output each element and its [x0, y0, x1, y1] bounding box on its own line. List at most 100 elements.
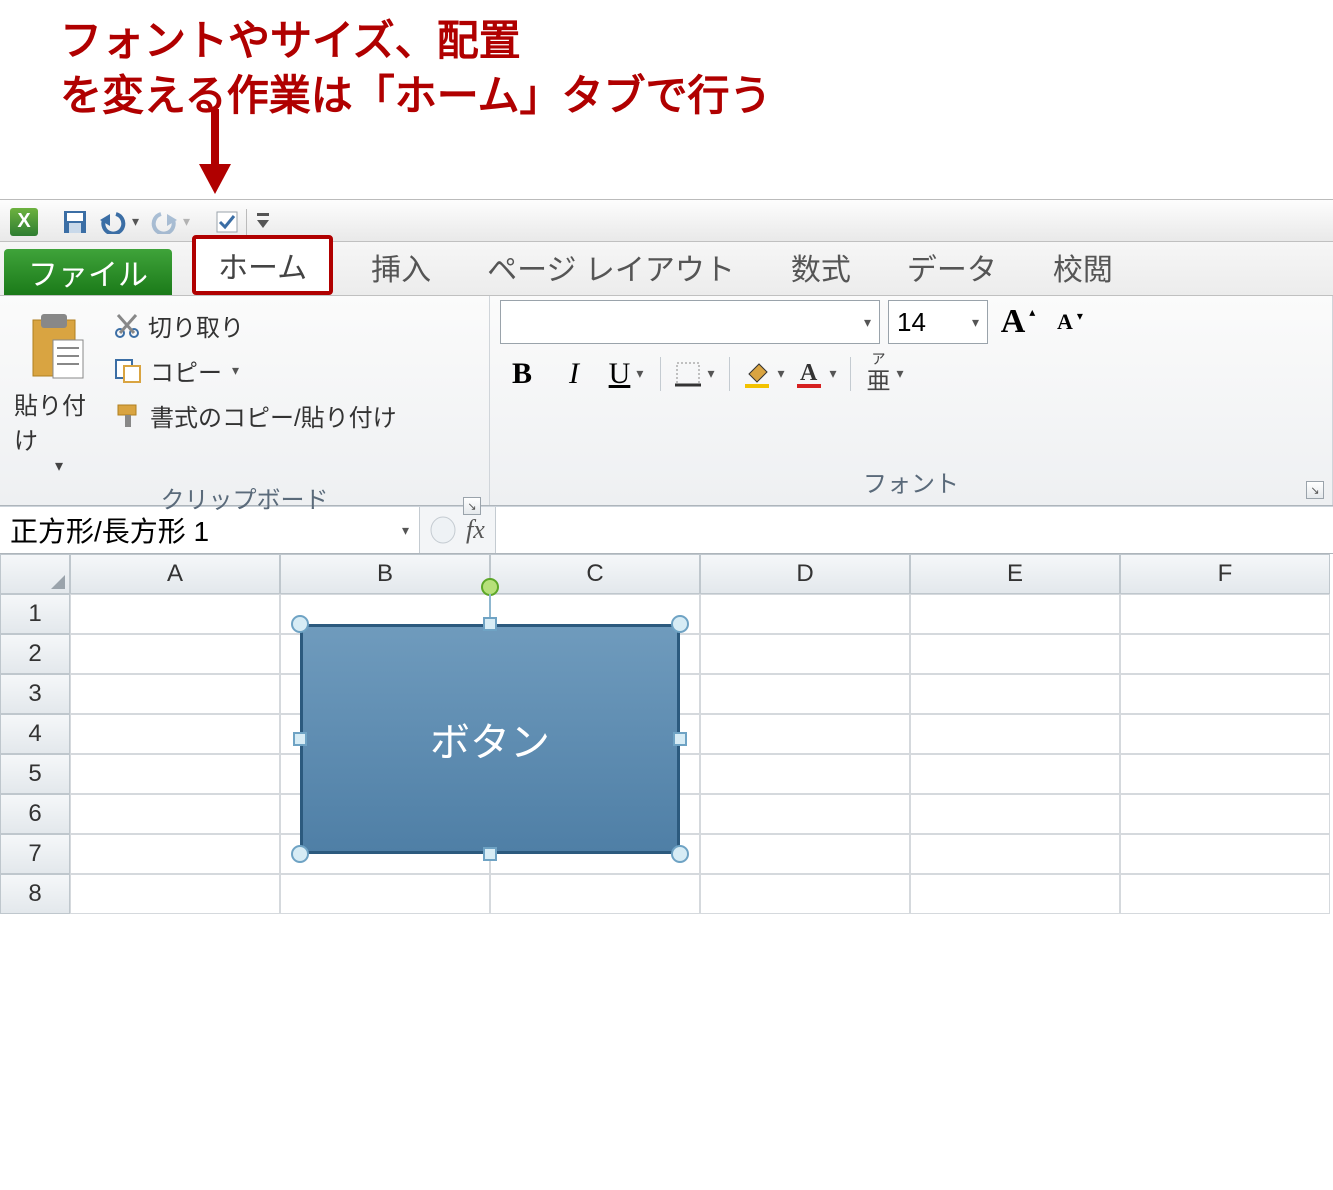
cell[interactable] [1120, 714, 1330, 754]
column-header[interactable]: A [70, 554, 280, 594]
grow-font-button[interactable]: A ▴ [996, 300, 1040, 344]
cell[interactable] [700, 594, 910, 634]
cell[interactable] [910, 714, 1120, 754]
formula-input[interactable] [495, 507, 1333, 553]
cell[interactable] [70, 834, 280, 874]
customize-icon [255, 211, 271, 233]
format-painter-button[interactable]: 書式のコピー/貼り付け [114, 398, 397, 433]
qat-customize[interactable] [253, 209, 273, 235]
tab-label: 数式 [791, 254, 851, 287]
phonetic-guide-button[interactable]: ア 亜 ▾ [863, 352, 907, 396]
shape-rectangle[interactable]: ボタン [300, 624, 680, 854]
tab-review[interactable]: 校閲 [1035, 239, 1131, 295]
column-header[interactable]: D [700, 554, 910, 594]
cell[interactable] [700, 834, 910, 874]
cell[interactable] [1120, 674, 1330, 714]
cell[interactable] [910, 594, 1120, 634]
excel-window: X ▾ ▾ [0, 199, 1333, 914]
redo-button[interactable]: ▾ [147, 208, 192, 236]
column-header[interactable]: F [1120, 554, 1330, 594]
bold-button[interactable]: B [500, 352, 544, 396]
row-header[interactable]: 4 [0, 714, 70, 754]
column-header[interactable]: E [910, 554, 1120, 594]
resize-handle-b[interactable] [483, 847, 497, 861]
font-family-select[interactable]: ▾ [500, 300, 880, 344]
italic-button[interactable]: I [552, 352, 596, 396]
cell[interactable] [910, 634, 1120, 674]
cell[interactable] [1120, 594, 1330, 634]
row-header[interactable]: 2 [0, 634, 70, 674]
row-header[interactable]: 5 [0, 754, 70, 794]
cell[interactable] [490, 874, 700, 914]
font-size-select[interactable]: 14 ▾ [888, 300, 988, 344]
cell[interactable] [1120, 794, 1330, 834]
font-color-button[interactable]: A ▾ [794, 352, 838, 396]
cell[interactable] [700, 874, 910, 914]
border-button[interactable]: ▾ [673, 352, 717, 396]
cut-button[interactable]: 切り取り [114, 308, 397, 343]
row-header[interactable]: 6 [0, 794, 70, 834]
cell[interactable] [1120, 834, 1330, 874]
cell[interactable] [70, 594, 280, 634]
cell[interactable] [70, 874, 280, 914]
column-header[interactable]: C [490, 554, 700, 594]
tab-insert[interactable]: 挿入 [353, 239, 449, 295]
paste-icon [29, 310, 89, 382]
chevron-down-icon: ▾ [972, 314, 979, 331]
cell[interactable] [910, 674, 1120, 714]
fill-color-button[interactable]: ▾ [742, 352, 786, 396]
paste-button[interactable]: 貼り付け ▾ [14, 304, 104, 476]
row-header[interactable]: 8 [0, 874, 70, 914]
resize-handle-r[interactable] [673, 732, 687, 746]
resize-handle-l[interactable] [293, 732, 307, 746]
shrink-font-icon: A [1057, 309, 1073, 335]
cell[interactable] [280, 874, 490, 914]
group-title-clipboard: クリップボード ↘ [0, 476, 489, 521]
cell[interactable] [700, 714, 910, 754]
save-button[interactable] [60, 207, 90, 237]
cell[interactable] [70, 674, 280, 714]
cell[interactable] [1120, 874, 1330, 914]
row-header[interactable]: 3 [0, 674, 70, 714]
tab-file[interactable]: ファイル [4, 249, 172, 295]
row-header[interactable]: 7 [0, 834, 70, 874]
cell[interactable] [910, 794, 1120, 834]
copy-button[interactable]: コピー ▾ [114, 353, 397, 388]
cell[interactable] [910, 834, 1120, 874]
cell[interactable] [700, 674, 910, 714]
shrink-font-button[interactable]: A ▾ [1048, 300, 1092, 344]
excel-app-icon[interactable]: X [10, 208, 38, 236]
cell[interactable] [700, 754, 910, 794]
shape-body[interactable]: ボタン [300, 624, 680, 854]
cell[interactable] [700, 634, 910, 674]
tab-data[interactable]: データ [889, 239, 1015, 295]
shape-text: ボタン [430, 710, 550, 768]
undo-button[interactable]: ▾ [96, 208, 141, 236]
tab-formulas[interactable]: 数式 [773, 239, 869, 295]
cell[interactable] [910, 874, 1120, 914]
row-header[interactable]: 1 [0, 594, 70, 634]
tab-label: 挿入 [371, 254, 431, 287]
clipboard-dialog-launcher[interactable]: ↘ [463, 497, 481, 515]
redo-icon [149, 210, 179, 234]
cell[interactable] [910, 754, 1120, 794]
select-all-corner[interactable] [0, 554, 70, 594]
cell[interactable] [700, 794, 910, 834]
copy-label: コピー [150, 353, 222, 388]
cell[interactable] [1120, 754, 1330, 794]
grow-font-icon: A [1001, 303, 1026, 341]
column-header[interactable]: B [280, 554, 490, 594]
cell[interactable] [70, 714, 280, 754]
qat-checkbox[interactable] [214, 209, 240, 235]
chevron-down-icon: ▾ [707, 366, 714, 383]
cell[interactable] [70, 794, 280, 834]
resize-handle-t[interactable] [483, 617, 497, 631]
underline-button[interactable]: U ▾ [604, 352, 648, 396]
tab-page-layout[interactable]: ページ レイアウト [469, 239, 753, 295]
cell[interactable] [70, 634, 280, 674]
cell[interactable] [70, 754, 280, 794]
callout-line2: を変える作業は「ホーム」タブで行う [60, 72, 771, 119]
tab-home[interactable]: ホーム [192, 235, 333, 295]
font-dialog-launcher[interactable]: ↘ [1306, 481, 1324, 499]
cell[interactable] [1120, 634, 1330, 674]
